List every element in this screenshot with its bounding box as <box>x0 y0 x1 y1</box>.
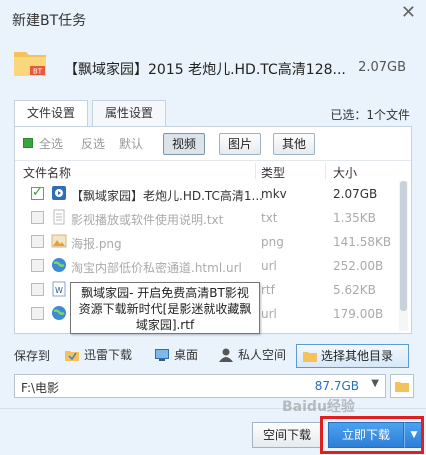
filter-image-button[interactable]: 图片 <box>219 133 261 155</box>
folder-icon <box>303 352 317 362</box>
file-type: url <box>261 259 277 273</box>
select-all-checkbox[interactable] <box>23 138 33 148</box>
file-name: 淘宝内部低价私密通道.html.url <box>71 261 242 275</box>
file-type: txt <box>261 211 278 225</box>
divider <box>0 408 426 409</box>
save-option-label: 桌面 <box>174 348 199 362</box>
rtf-file-icon: W <box>52 281 66 297</box>
user-icon <box>219 348 233 362</box>
save-option-desktop[interactable]: 桌面 <box>154 344 198 366</box>
file-row[interactable]: 淘宝内部低价私密通道.html.url url 252.00B <box>15 255 399 277</box>
file-name: 【飘域家园】老炮儿.HD.TC高清1... <box>71 189 263 203</box>
url-file-icon <box>52 258 66 272</box>
free-space: 87.7GB <box>314 379 359 393</box>
window-title: 新建BT任务 <box>12 13 87 29</box>
browse-folder-button[interactable] <box>390 374 414 398</box>
torrent-size: 2.07GB <box>358 60 406 75</box>
save-location-bar: 保存到 迅雷下载 桌面 私人空间 选择其他目录 <box>14 344 412 368</box>
save-option-private-space[interactable]: 私人空间 <box>218 344 286 366</box>
chevron-down-icon[interactable]: ▼ <box>371 378 379 389</box>
column-name[interactable]: 文件名称 <box>23 164 71 181</box>
filter-other-button[interactable]: 其他 <box>273 133 315 155</box>
column-header: 文件名称 类型 大小 <box>15 160 411 180</box>
video-file-icon <box>52 186 66 200</box>
file-size: 1.35KB <box>333 211 376 225</box>
file-checkbox[interactable] <box>31 235 44 248</box>
choose-other-directory-button[interactable]: 选择其他目录 <box>296 344 409 368</box>
file-row[interactable]: 海报.png png 141.58KB <box>15 231 399 253</box>
file-type: png <box>261 235 284 249</box>
file-row[interactable]: 【飘域家园】老炮儿.HD.TC高清1... mkv 2.07GB <box>15 183 399 205</box>
save-path-combobox[interactable]: F:\电影 87.7GB ▼ <box>14 374 386 398</box>
title-bar: 新建BT任务 ✕ <box>0 0 426 38</box>
file-size: 179.00B <box>333 307 384 321</box>
invert-selection-link[interactable]: 反选 <box>81 135 105 152</box>
save-to-label: 保存到 <box>14 349 51 363</box>
torrent-header: BT 【飘域家园】2015 老炮儿.HD.TC高清128... 2.07GB <box>0 38 426 96</box>
tab-property-settings[interactable]: 属性设置 <box>92 100 166 126</box>
bt-badge: BT <box>33 68 43 76</box>
tab-file-settings[interactable]: 文件设置 <box>14 100 88 127</box>
file-checkbox[interactable] <box>31 211 44 224</box>
select-all-link[interactable]: 全选 <box>39 135 63 152</box>
column-type[interactable]: 类型 <box>261 164 285 181</box>
download-now-button[interactable]: 立即下载 <box>328 422 404 448</box>
filter-video-button[interactable]: 视频 <box>163 133 205 155</box>
scrollbar-thumb[interactable] <box>400 181 407 311</box>
default-link[interactable]: 默认 <box>119 135 143 152</box>
save-path-value: F:\电影 <box>21 381 60 395</box>
url-file-icon <box>52 306 66 320</box>
folder-icon <box>65 351 79 361</box>
desktop-icon <box>155 349 169 361</box>
save-option-label: 迅雷下载 <box>84 348 133 362</box>
scrollbar[interactable] <box>399 181 408 331</box>
space-download-button[interactable]: 空间下载 <box>252 422 322 448</box>
filter-bar: 全选 反选 默认 视频 图片 其他 <box>23 133 403 155</box>
save-option-xunlei[interactable]: 迅雷下载 <box>64 344 132 366</box>
file-size: 5.62KB <box>333 283 376 297</box>
torrent-name: 【飘域家园】2015 老炮儿.HD.TC高清128... <box>64 62 346 78</box>
watermark: Baidu经验 <box>282 399 355 415</box>
chevron-down-icon[interactable]: ▼ <box>404 422 424 448</box>
file-checkbox[interactable] <box>31 259 44 272</box>
file-type: mkv <box>261 187 287 201</box>
folder-icon: BT <box>14 52 46 76</box>
file-size: 2.07GB <box>333 187 378 201</box>
file-checkbox[interactable] <box>31 283 44 296</box>
image-file-icon <box>51 234 67 248</box>
file-type: rtf <box>261 283 275 297</box>
file-name: 海报.png <box>71 237 122 251</box>
file-row[interactable]: 影视播放或软件使用说明.txt txt 1.35KB <box>15 207 399 229</box>
column-divider <box>255 163 256 179</box>
file-name: 影视播放或软件使用说明.txt <box>71 213 224 227</box>
close-icon[interactable]: ✕ <box>401 4 416 22</box>
file-tooltip: 飘域家园- 开启免费高清BT影视资源下载新时代[是影迷就收藏飘域家园].rtf <box>70 282 260 334</box>
choose-other-directory-label: 选择其他目录 <box>321 349 394 363</box>
file-checkbox[interactable] <box>31 185 44 200</box>
column-size[interactable]: 大小 <box>333 164 357 181</box>
column-divider <box>325 163 326 179</box>
file-type: url <box>261 307 277 321</box>
file-checkbox[interactable] <box>31 307 44 320</box>
save-option-label: 私人空间 <box>238 348 287 362</box>
bt-task-dialog: 新建BT任务 ✕ BT 【飘域家园】2015 老炮儿.HD.TC高清128...… <box>0 0 426 455</box>
text-file-icon <box>53 209 65 225</box>
file-size: 141.58KB <box>333 235 392 249</box>
file-size: 252.00B <box>333 259 384 273</box>
folder-icon <box>395 382 409 392</box>
svg-text:W: W <box>55 286 63 295</box>
selected-count: 已选：1个文件 <box>330 108 410 122</box>
